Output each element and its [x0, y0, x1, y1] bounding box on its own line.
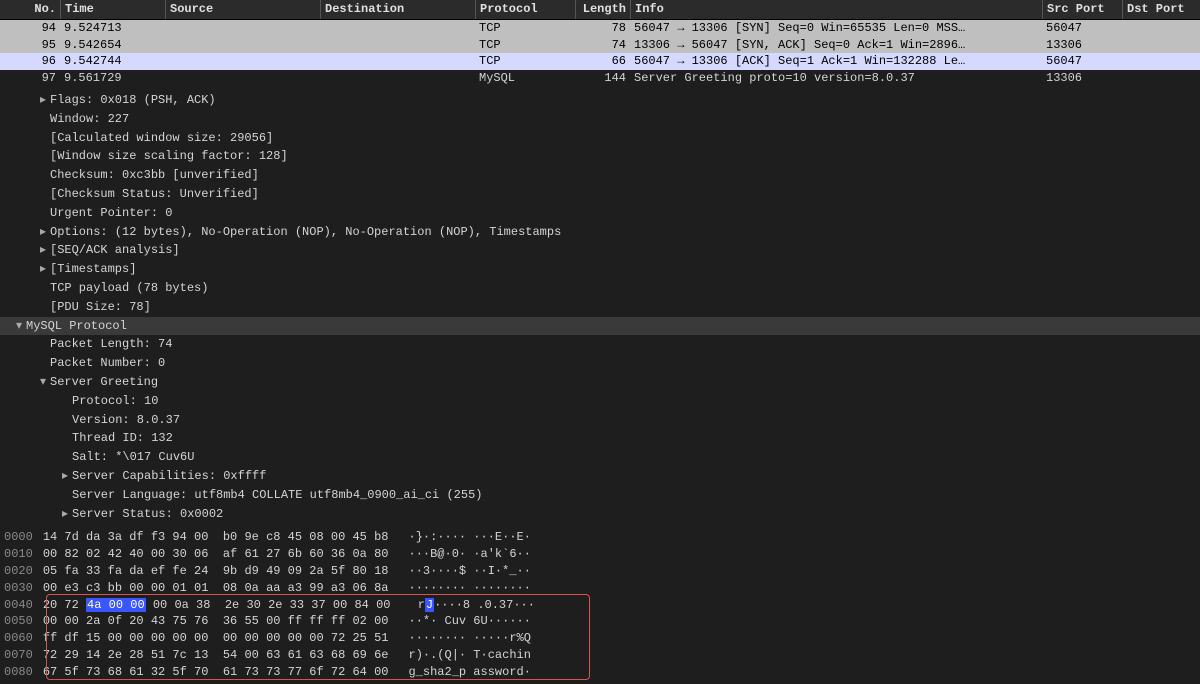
hex-row[interactable]: 004020 72 4a 00 00 00 0a 38 2e 30 2e 33 … [4, 597, 1196, 614]
mysql-caps[interactable]: ▸Server Capabilities: 0xffff [0, 467, 1200, 486]
mysql-protocol[interactable]: ▾MySQL Protocol [0, 317, 1200, 336]
packet-row[interactable]: 959.542654TCP7413306 → 56047 [SYN, ACK] … [0, 37, 1200, 54]
packet-list-header[interactable]: No. Time Source Destination Protocol Len… [0, 0, 1200, 20]
col-sport[interactable]: Src Port [1042, 0, 1122, 19]
tcp-window: Window: 227 [0, 110, 1200, 129]
col-proto[interactable]: Protocol [475, 0, 575, 19]
tcp-checksum-status: [Checksum Status: Unverified] [0, 185, 1200, 204]
hex-row[interactable]: 008067 5f 73 68 61 32 5f 70 61 73 73 77 … [4, 664, 1196, 681]
hex-row[interactable]: 001000 82 02 42 40 00 30 06 af 61 27 6b … [4, 546, 1196, 563]
hex-row[interactable]: 000014 7d da 3a df f3 94 00 b0 9e c8 45 … [4, 529, 1196, 546]
mysql-server-greet[interactable]: ▾Server Greeting [0, 373, 1200, 392]
col-no[interactable]: No. [0, 0, 60, 19]
hex-row[interactable]: 003000 e3 c3 bb 00 00 01 01 08 0a aa a3 … [4, 580, 1196, 597]
mysql-lang: Server Language: utf8mb4 COLLATE utf8mb4… [0, 486, 1200, 505]
tcp-timestamps[interactable]: ▸[Timestamps] [0, 260, 1200, 279]
col-len[interactable]: Length [575, 0, 630, 19]
mysql-pkt-len: Packet Length: 74 [0, 335, 1200, 354]
tcp-payload: TCP payload (78 bytes) [0, 279, 1200, 298]
packet-details: ▸Flags: 0x018 (PSH, ACK) Window: 227 [Ca… [0, 87, 1200, 527]
mysql-salt: Salt: *\017 Cuv6U [0, 448, 1200, 467]
hex-row[interactable]: 007072 29 14 2e 28 51 7c 13 54 00 63 61 … [4, 647, 1196, 664]
col-dst[interactable]: Destination [320, 0, 475, 19]
mysql-thread: Thread ID: 132 [0, 429, 1200, 448]
packet-rows: 949.524713TCP7856047 → 13306 [SYN] Seq=0… [0, 20, 1200, 87]
col-info[interactable]: Info [630, 0, 1042, 19]
packet-list: No. Time Source Destination Protocol Len… [0, 0, 1200, 87]
tcp-checksum: Checksum: 0xc3bb [unverified] [0, 166, 1200, 185]
mysql-status[interactable]: ▸Server Status: 0x0002 [0, 505, 1200, 524]
mysql-pkt-num: Packet Number: 0 [0, 354, 1200, 373]
hex-row[interactable]: 0060ff df 15 00 00 00 00 00 00 00 00 00 … [4, 630, 1196, 647]
packet-row[interactable]: 949.524713TCP7856047 → 13306 [SYN] Seq=0… [0, 20, 1200, 37]
mysql-version: Version: 8.0.37 [0, 411, 1200, 430]
hex-row[interactable]: 005000 00 2a 0f 20 43 75 76 36 55 00 ff … [4, 613, 1196, 630]
tcp-seq-ack[interactable]: ▸[SEQ/ACK analysis] [0, 241, 1200, 260]
packet-row[interactable]: 969.542744TCP6656047 → 13306 [ACK] Seq=1… [0, 53, 1200, 70]
col-dport[interactable]: Dst Port [1122, 0, 1200, 19]
tcp-urgent: Urgent Pointer: 0 [0, 204, 1200, 223]
hex-dump[interactable]: 000014 7d da 3a df f3 94 00 b0 9e c8 45 … [0, 527, 1200, 684]
tcp-win-scale: [Window size scaling factor: 128] [0, 147, 1200, 166]
tcp-flags[interactable]: ▸Flags: 0x018 (PSH, ACK) [0, 91, 1200, 110]
tcp-calc-window: [Calculated window size: 29056] [0, 129, 1200, 148]
col-src[interactable]: Source [165, 0, 320, 19]
tcp-options[interactable]: ▸Options: (12 bytes), No-Operation (NOP)… [0, 223, 1200, 242]
packet-row[interactable]: 979.561729MySQL144Server Greeting proto=… [0, 70, 1200, 87]
col-time[interactable]: Time [60, 0, 165, 19]
hex-row[interactable]: 002005 fa 33 fa da ef fe 24 9b d9 49 09 … [4, 563, 1196, 580]
tcp-pdu: [PDU Size: 78] [0, 298, 1200, 317]
mysql-proto: Protocol: 10 [0, 392, 1200, 411]
